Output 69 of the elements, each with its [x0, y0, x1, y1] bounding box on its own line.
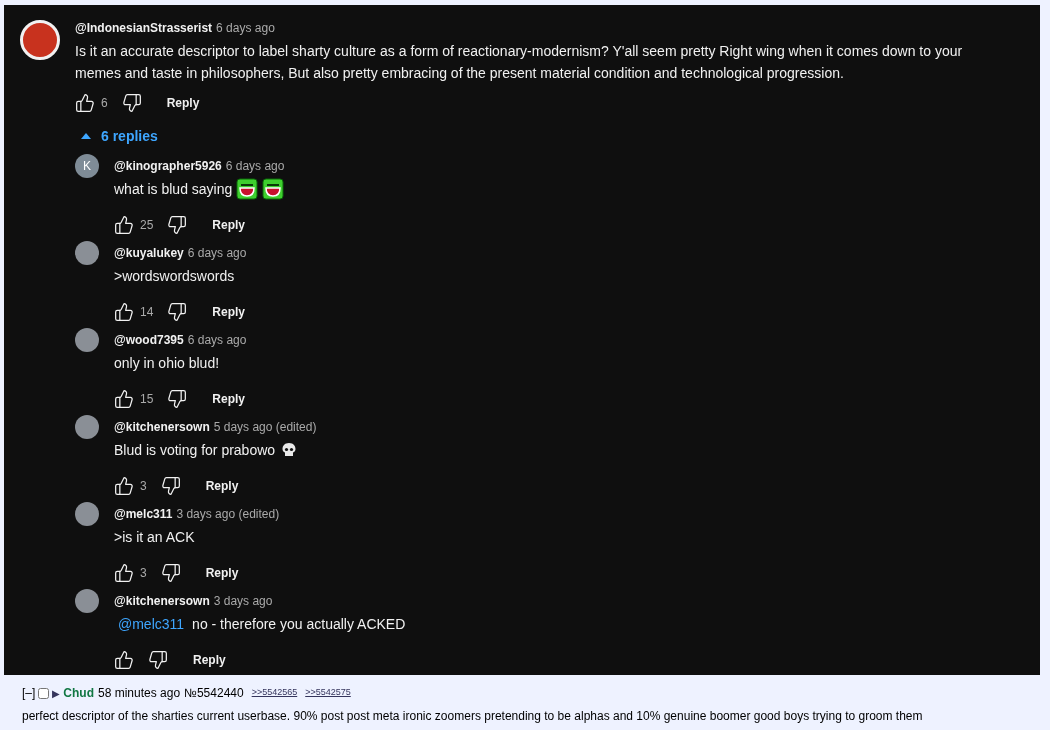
post-number[interactable]: №5542440 — [184, 684, 244, 702]
mention-link[interactable]: @melc311 — [118, 613, 185, 635]
dislike-icon[interactable] — [160, 476, 181, 496]
dislike-icon[interactable] — [167, 302, 188, 322]
author-name[interactable]: @IndonesianStrasserist — [75, 19, 213, 37]
like-count: 3 — [140, 478, 147, 495]
like-icon[interactable] — [114, 302, 134, 322]
dislike-icon[interactable] — [160, 563, 181, 583]
avatar[interactable] — [75, 241, 99, 265]
avatar[interactable] — [75, 328, 99, 352]
reply-button[interactable]: Reply — [192, 557, 252, 589]
comment-time[interactable]: 6 days ago — [187, 244, 247, 262]
like-icon[interactable] — [114, 215, 134, 235]
like-icon[interactable] — [114, 476, 134, 496]
skull-icon — [281, 442, 298, 458]
like-icon[interactable] — [114, 650, 134, 670]
laughing-face-icon — [262, 178, 285, 200]
comment-time[interactable]: 3 days ago — [213, 592, 273, 610]
post-text: perfect descriptor of the sharties current userbase. 90% post post meta ironic zoomers pretending to be alphas and 10% genuine boomer good boys trying to groom them — [22, 708, 924, 725]
author-name[interactable]: @wood7395 — [114, 331, 184, 349]
menu-arrow[interactable]: ▶ — [52, 685, 61, 701]
poster-name: Chud — [63, 685, 94, 702]
post-checkbox[interactable] — [38, 687, 50, 699]
backlink[interactable]: >>5542565 — [251, 686, 298, 700]
like-count: 6 — [101, 95, 108, 112]
reply-button[interactable]: Reply — [199, 296, 259, 328]
avatar[interactable] — [75, 589, 99, 613]
author-name[interactable]: @kitchenersown — [114, 592, 210, 610]
reply-button[interactable]: Reply — [199, 383, 259, 415]
replies-toggle[interactable]: 6 replies — [75, 120, 158, 152]
comment-text: Is it an accurate descriptor to label sharty culture as a form of reactionary-modernism? Y'all seem pretty Right wing when it comes down to your memes and taste in philosophers, But also pretty embracing of the present material condition and technological progression. — [75, 42, 964, 83]
avatar[interactable] — [75, 502, 99, 526]
dislike-icon[interactable] — [121, 93, 142, 113]
like-count: 25 — [140, 217, 154, 234]
author-name[interactable]: @kitchenersown — [114, 418, 210, 436]
reply-button[interactable]: Reply — [153, 87, 213, 119]
like-count: 3 — [140, 565, 147, 582]
comment-text: Blud is voting for prabowo — [114, 440, 276, 460]
caret-icon — [81, 133, 91, 139]
comment-time[interactable]: 6 days ago — [187, 331, 247, 349]
like-count: 15 — [140, 391, 154, 408]
author-name[interactable]: @melc311 — [114, 505, 173, 523]
dislike-icon[interactable] — [167, 389, 188, 409]
like-icon[interactable] — [114, 563, 134, 583]
collapse-toggle[interactable]: [–] — [22, 684, 36, 702]
reply-button[interactable]: Reply — [180, 644, 239, 676]
avatar[interactable] — [20, 20, 60, 60]
dislike-icon[interactable] — [148, 650, 168, 670]
reply-button[interactable]: Reply — [199, 209, 259, 241]
laughing-face-icon — [236, 178, 259, 200]
like-icon[interactable] — [75, 93, 95, 113]
comment-text: what is blud saying — [114, 179, 233, 199]
backlink[interactable]: >>5542575 — [305, 686, 351, 700]
comment-text: >is it an ACK — [114, 527, 195, 547]
comment-time[interactable]: 5 days ago (edited) — [213, 418, 317, 436]
author-name[interactable]: @kinographer5926 — [114, 157, 222, 175]
comment-time[interactable]: 6 days ago — [225, 157, 285, 175]
reply-button[interactable]: Reply — [192, 470, 252, 502]
comment-time[interactable]: 6 days ago — [216, 19, 275, 37]
avatar[interactable] — [75, 415, 99, 439]
author-name[interactable]: @kuyalukey — [114, 244, 184, 262]
post-time: 58 minutes ago — [98, 685, 181, 702]
like-count: 14 — [140, 304, 154, 321]
comment-time[interactable]: 3 days ago (edited) — [176, 505, 280, 523]
dislike-icon[interactable] — [167, 215, 188, 235]
comment-text: only in ohio blud! — [114, 353, 220, 373]
comment-text: no - therefore you actually ACKED — [192, 614, 406, 634]
comment-text: >wordswordswords — [114, 266, 235, 286]
like-icon[interactable] — [114, 389, 134, 409]
